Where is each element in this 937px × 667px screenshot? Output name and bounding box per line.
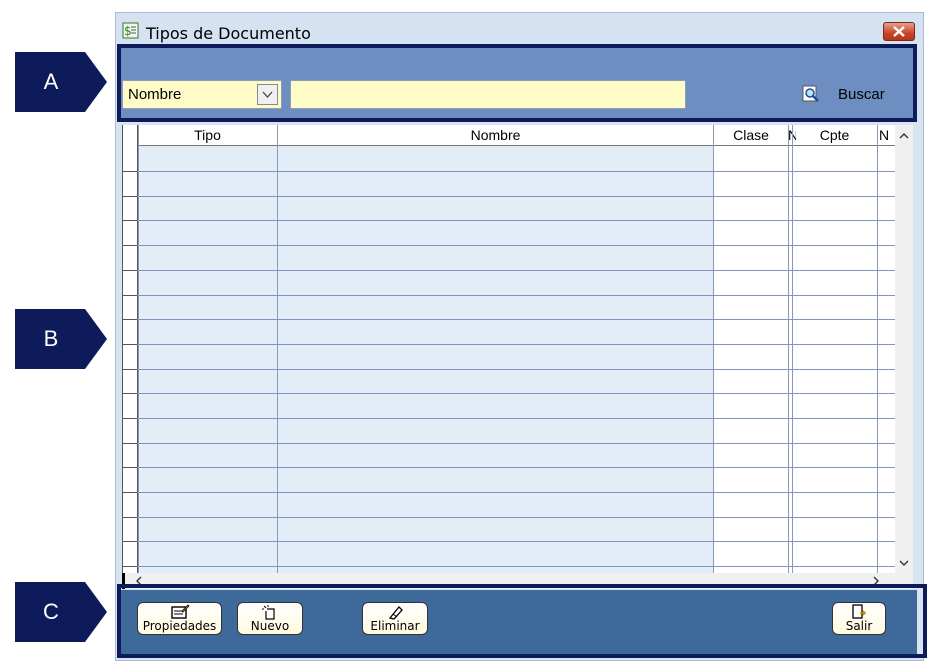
row-selector-tick bbox=[123, 245, 137, 246]
grid-column-divider bbox=[788, 125, 789, 573]
grid-header: Tipo Nombre Clase N Cpte N bbox=[123, 125, 896, 146]
row-selector-tick bbox=[123, 443, 137, 444]
callout-b: B bbox=[15, 309, 107, 369]
annotation-frame-a bbox=[117, 44, 917, 122]
column-header-tipo[interactable]: Tipo bbox=[138, 127, 277, 143]
row-selector-tick bbox=[123, 541, 137, 542]
grid-column-divider bbox=[138, 125, 139, 573]
row-selector-tick bbox=[123, 492, 137, 493]
grid-row-divider bbox=[123, 171, 896, 172]
grid-row-divider bbox=[123, 344, 896, 345]
column-header-n2[interactable]: N bbox=[879, 127, 889, 143]
grid-row-divider bbox=[123, 295, 896, 296]
callout-c: C bbox=[15, 582, 107, 642]
row-selector-tick bbox=[123, 467, 137, 468]
row-selector-column[interactable] bbox=[123, 125, 138, 573]
grid-row-divider bbox=[123, 220, 896, 221]
row-selector-tick bbox=[123, 270, 137, 271]
grid-row-divider bbox=[123, 245, 896, 246]
close-button[interactable] bbox=[883, 22, 915, 41]
callout-c-label: C bbox=[43, 599, 59, 624]
grid-row-divider bbox=[123, 541, 896, 542]
grid-column-divider bbox=[713, 125, 714, 573]
grid-row-divider bbox=[123, 369, 896, 370]
callout-a-label: A bbox=[43, 69, 59, 94]
row-selector-tick bbox=[123, 220, 137, 221]
row-selector-tick bbox=[123, 196, 137, 197]
grid-row-divider bbox=[123, 270, 896, 271]
scroll-up-icon bbox=[899, 133, 909, 139]
callout-a: A bbox=[15, 52, 107, 112]
vertical-scrollbar[interactable] bbox=[895, 125, 913, 573]
callout-b-label: B bbox=[43, 326, 59, 351]
grid-row-divider bbox=[123, 319, 896, 320]
row-selector-tick bbox=[123, 517, 137, 518]
row-selector-tick bbox=[123, 171, 137, 172]
document-types-grid[interactable]: Tipo Nombre Clase N Cpte N bbox=[122, 125, 896, 573]
grid-row-divider bbox=[123, 393, 896, 394]
svg-text:$: $ bbox=[124, 24, 132, 38]
column-header-cpte[interactable]: Cpte bbox=[792, 127, 877, 143]
grid-column-divider bbox=[277, 125, 278, 573]
row-selector-tick bbox=[123, 344, 137, 345]
annotation-frame-c bbox=[117, 584, 927, 658]
scroll-down-icon bbox=[899, 560, 909, 566]
row-selector-tick bbox=[123, 369, 137, 370]
grid-row-divider bbox=[123, 492, 896, 493]
grid-row-divider bbox=[123, 517, 896, 518]
column-header-nombre[interactable]: Nombre bbox=[278, 127, 713, 143]
document-app-icon: $ bbox=[122, 22, 139, 39]
row-selector-tick bbox=[123, 319, 137, 320]
grid-column-divider bbox=[877, 125, 878, 573]
close-icon bbox=[893, 26, 905, 37]
grid-row-divider bbox=[123, 443, 896, 444]
title-bar: $ Tipos de Documento bbox=[116, 13, 923, 43]
row-selector-tick bbox=[123, 393, 137, 394]
grid-row-divider bbox=[123, 418, 896, 419]
grid-row-divider bbox=[123, 196, 896, 197]
row-selector-tick bbox=[123, 295, 137, 296]
grid-row-divider bbox=[123, 467, 896, 468]
window-title: Tipos de Documento bbox=[146, 24, 311, 43]
column-header-clase[interactable]: Clase bbox=[714, 127, 788, 143]
grid-column-divider bbox=[792, 125, 793, 573]
row-selector-tick bbox=[123, 418, 137, 419]
grid-row-divider bbox=[123, 566, 896, 567]
row-selector-tick bbox=[123, 566, 137, 567]
